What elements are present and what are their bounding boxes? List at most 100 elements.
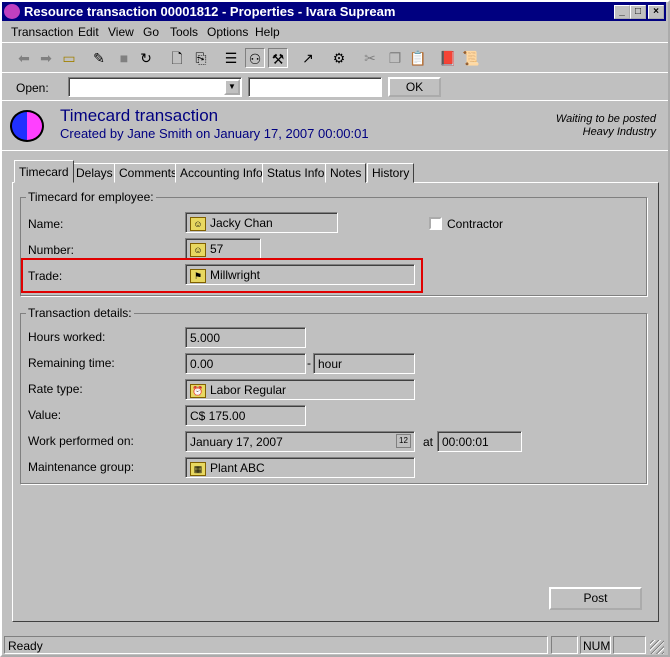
trade-value: Millwright	[210, 268, 261, 282]
maint-label: Maintenance group:	[28, 460, 135, 474]
remaining-field[interactable]: 0.00	[185, 353, 306, 374]
remaining-unit-field[interactable]: hour	[313, 353, 415, 374]
industry-text: Heavy Industry	[582, 126, 656, 138]
people-icon[interactable]: ⚇	[245, 48, 265, 68]
work-label: Work performed on:	[28, 434, 134, 448]
menu-transaction[interactable]: Transaction	[11, 25, 73, 39]
back-icon[interactable]: ⬅	[14, 48, 34, 68]
script-icon[interactable]: 📜	[461, 48, 481, 68]
group-icon: ▦	[190, 461, 206, 476]
employee-group-label: Timecard for employee:	[26, 190, 156, 204]
remaining-value: 0.00	[190, 357, 214, 371]
name-value: Jacky Chan	[210, 216, 273, 230]
save-icon[interactable]: ■	[114, 48, 134, 68]
open-text-input[interactable]	[248, 77, 382, 97]
status-text-ready: Ready	[8, 639, 43, 653]
transaction-icon	[10, 110, 44, 142]
menu-tools[interactable]: Tools	[170, 25, 198, 39]
name-field[interactable]: ☺ Jacky Chan	[185, 212, 338, 233]
value-field[interactable]: C$ 175.00	[185, 405, 306, 426]
hours-field[interactable]: 5.000	[185, 327, 306, 348]
status-text: Waiting to be posted	[555, 113, 656, 125]
app-icon	[4, 4, 20, 19]
number-value: 57	[210, 242, 224, 256]
minimize-button[interactable]: _	[614, 5, 630, 19]
tab-delays[interactable]: Delays	[71, 163, 118, 183]
open-combo[interactable]	[68, 77, 242, 97]
calendar-icon[interactable]: 12	[396, 434, 411, 448]
page-title: Timecard transaction	[60, 106, 219, 125]
resize-grip[interactable]	[650, 640, 664, 654]
menu-view[interactable]: View	[108, 25, 134, 39]
help-book-icon[interactable]: 📕	[438, 48, 458, 68]
divider	[2, 72, 668, 73]
tab-status-info[interactable]: Status Info	[262, 163, 330, 183]
hours-label: Hours worked:	[28, 330, 106, 344]
maint-field[interactable]: ▦ Plant ABC	[185, 457, 415, 478]
tab-timecard[interactable]: Timecard	[14, 160, 74, 183]
at-label: at	[423, 435, 434, 449]
tab-accounting-info[interactable]: Accounting Info	[175, 163, 268, 183]
open-label: Open:	[16, 81, 49, 95]
status-bar-text: Ready	[4, 636, 548, 654]
person-icon: ☺	[190, 242, 206, 257]
chevron-down-icon[interactable]: ▼	[224, 79, 240, 95]
close-button[interactable]: ×	[648, 5, 664, 19]
toolbox-icon[interactable]: ⚒	[268, 48, 288, 68]
new-icon[interactable]: 🗋	[167, 48, 187, 68]
robot-icon[interactable]: ⚙	[329, 48, 349, 68]
edit-icon[interactable]: ✎	[89, 48, 109, 68]
list-icon[interactable]: ☰	[221, 48, 241, 68]
work-date-field[interactable]: January 17, 2007	[185, 431, 415, 452]
number-field[interactable]: ☺ 57	[185, 238, 261, 259]
work-date-value: January 17, 2007	[190, 435, 283, 449]
ok-button[interactable]: OK	[388, 77, 441, 97]
name-label: Name:	[28, 217, 64, 231]
divider	[2, 150, 668, 151]
status-pane	[613, 636, 646, 654]
cut-icon[interactable]: ✂	[360, 48, 380, 68]
menu-help[interactable]: Help	[255, 25, 280, 39]
remaining-unit-value: hour	[318, 357, 343, 371]
maint-value: Plant ABC	[210, 461, 265, 475]
rate-field[interactable]: ⏰ Labor Regular	[185, 379, 415, 400]
value-label: Value:	[28, 408, 62, 422]
contractor-label: Contractor	[447, 217, 504, 231]
num-text: NUM	[583, 639, 611, 653]
trade-field[interactable]: ⚑ Millwright	[185, 264, 415, 285]
person-icon: ☺	[190, 216, 206, 231]
clock-icon: ⏰	[190, 383, 206, 398]
value-value: C$ 175.00	[190, 409, 246, 423]
menu-options[interactable]: Options	[207, 25, 248, 39]
number-label: Number:	[28, 243, 75, 257]
folder-up-icon[interactable]: ▭	[59, 48, 79, 68]
window-title: Resource transaction 00001812 - Properti…	[24, 4, 396, 19]
shortcut-icon[interactable]: ↗	[298, 48, 318, 68]
menu-go[interactable]: Go	[143, 25, 159, 39]
forward-icon[interactable]: ➡	[36, 48, 56, 68]
num-indicator: NUM	[580, 636, 611, 654]
work-time-field[interactable]: 00:00:01	[437, 431, 522, 452]
contractor-checkbox[interactable]	[429, 217, 442, 230]
copy-icon[interactable]: ❐	[385, 48, 405, 68]
tab-comments[interactable]: Comments	[114, 163, 183, 183]
trade-label: Trade:	[28, 269, 63, 283]
page-subtitle: Created by Jane Smith on January 17, 200…	[60, 126, 369, 141]
work-time-value: 00:00:01	[442, 435, 489, 449]
menu-edit[interactable]: Edit	[78, 25, 99, 39]
rate-value: Labor Regular	[210, 383, 287, 397]
post-button[interactable]: Post	[549, 587, 642, 610]
tag-icon: ⚑	[190, 268, 206, 283]
refresh-icon[interactable]: ↻	[136, 48, 156, 68]
tab-notes[interactable]: Notes	[325, 163, 367, 183]
hours-value: 5.000	[190, 331, 221, 345]
status-pane	[551, 636, 578, 654]
remaining-label: Remaining time:	[28, 356, 115, 370]
paste-icon[interactable]: 📋	[408, 48, 428, 68]
tab-history[interactable]: History	[367, 163, 415, 183]
details-group-label: Transaction details:	[26, 306, 134, 320]
maximize-button[interactable]: □	[630, 5, 646, 19]
copy-record-icon[interactable]: ⎘	[191, 48, 211, 68]
divider	[2, 42, 668, 43]
rate-label: Rate type:	[28, 382, 83, 396]
